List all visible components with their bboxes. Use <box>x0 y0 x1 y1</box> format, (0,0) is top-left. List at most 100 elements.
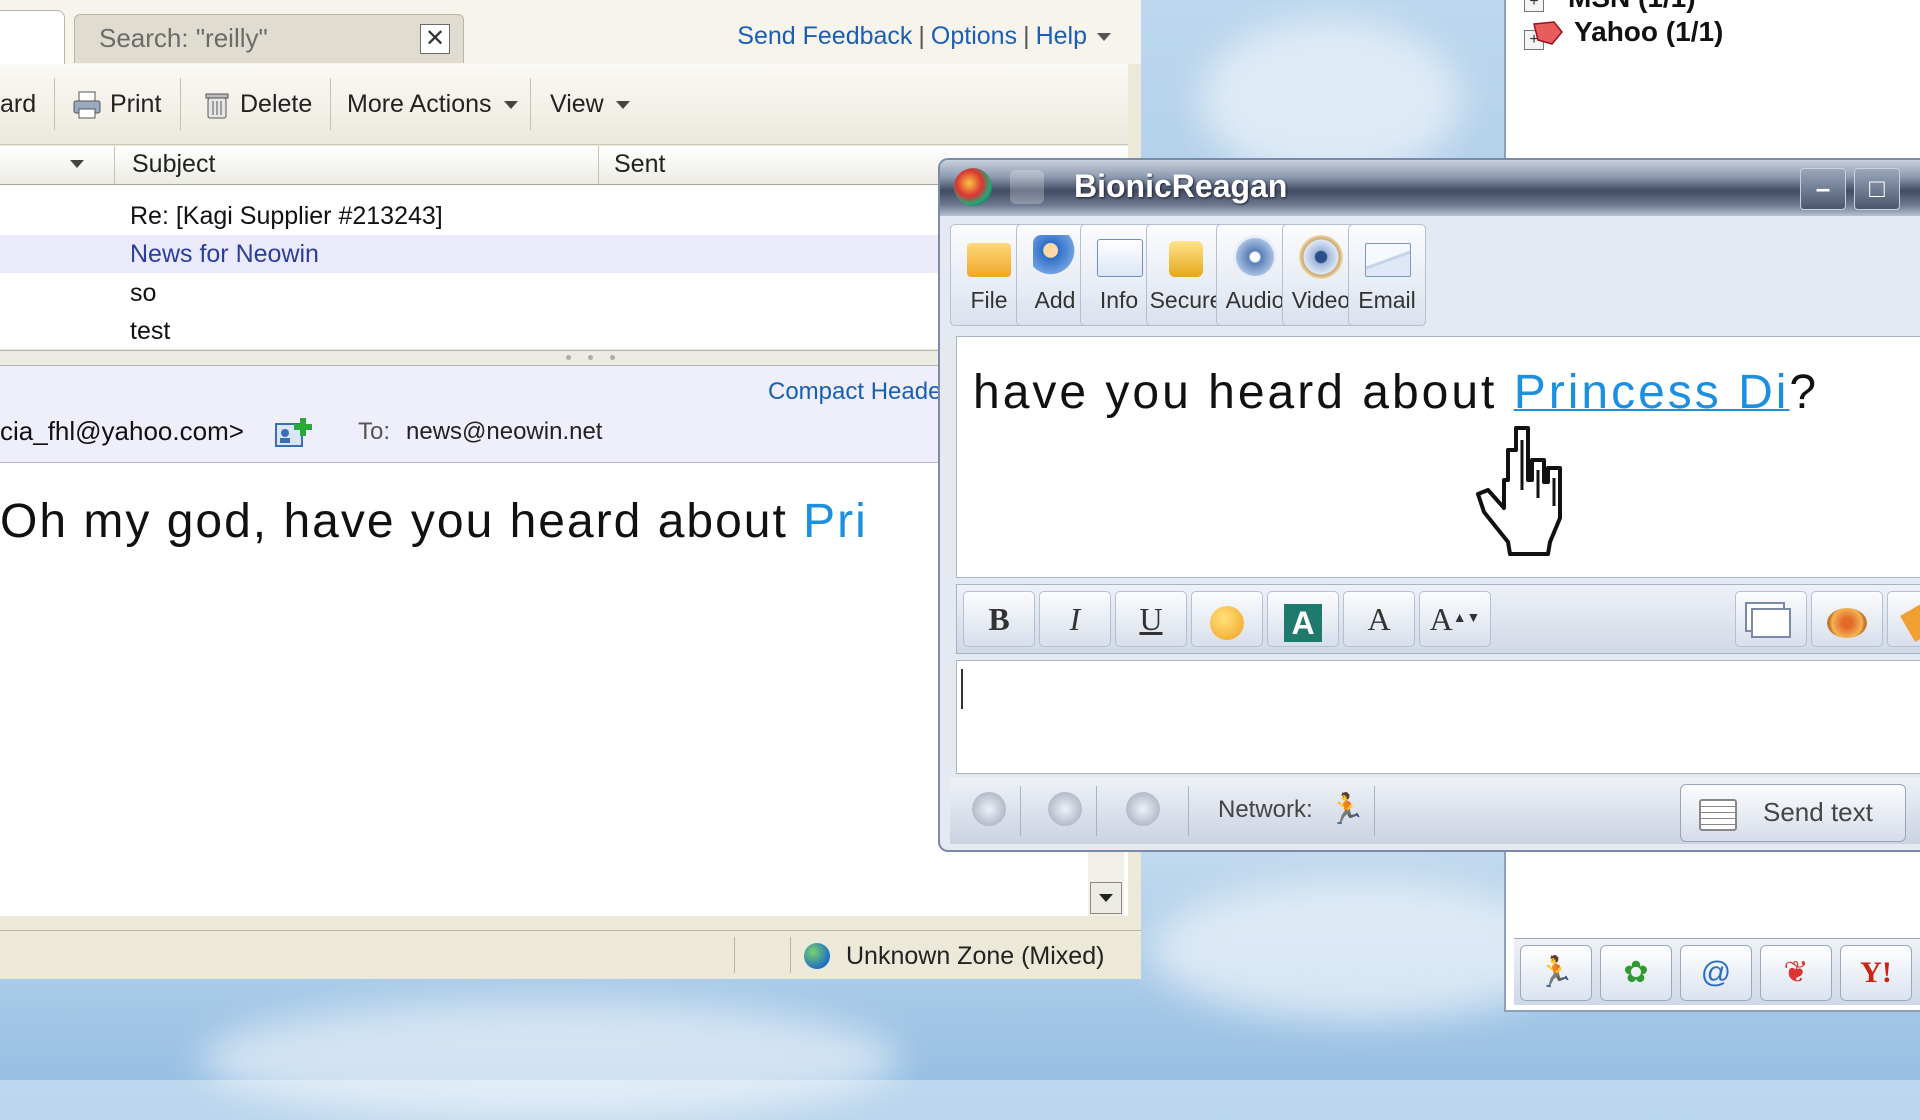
toolbar-divider <box>180 78 181 130</box>
sent-column-header[interactable]: Sent <box>614 150 665 179</box>
view-label: View <box>550 90 604 118</box>
speaker-icon <box>1233 235 1277 279</box>
secure-label: Secure <box>1149 287 1223 313</box>
spiral-icon[interactable]: @ <box>1680 945 1752 1001</box>
group-msn[interactable]: MSN (1/1) <box>1568 0 1696 14</box>
help-link[interactable]: Help <box>1036 22 1087 50</box>
trillian-logo-icon[interactable] <box>954 168 992 206</box>
trash-icon <box>202 90 232 120</box>
folder-icon <box>967 243 1011 277</box>
message-input[interactable] <box>956 660 1920 774</box>
message-subject: test <box>130 317 171 345</box>
group-yahoo[interactable]: Yahoo (1/1) <box>1574 16 1723 48</box>
view-button[interactable]: View <box>550 86 630 122</box>
column-divider[interactable] <box>598 146 599 184</box>
running-man-icon[interactable]: 🏃 <box>1520 945 1592 1001</box>
mail-toolbar: ard Print Delete More Actions View <box>0 64 1128 145</box>
underline-button[interactable]: U <box>1115 591 1187 647</box>
windows-button[interactable] <box>1735 591 1807 647</box>
chat-title-bar[interactable]: BionicReagan – □ <box>940 160 1920 216</box>
printer-icon <box>72 90 102 120</box>
bold-button[interactable]: B <box>963 591 1035 647</box>
message-subject: News for Neowin <box>130 240 319 268</box>
scrollbar[interactable] <box>1088 850 1124 916</box>
italic-button[interactable]: I <box>1039 591 1111 647</box>
more-actions-button[interactable]: More Actions <box>347 86 518 122</box>
forward-label: ard <box>0 90 37 118</box>
send-text-label: Send text <box>1763 797 1873 827</box>
send-text-button[interactable]: Send text <box>1680 784 1906 842</box>
delete-button[interactable]: Delete <box>202 86 312 122</box>
maximize-button[interactable]: □ <box>1854 168 1900 210</box>
flower-icon[interactable]: ✿ <box>1600 945 1672 1001</box>
email-button[interactable]: Email <box>1348 224 1426 326</box>
toolbar-divider <box>530 78 531 130</box>
top-links: Send Feedback | Options | Help <box>737 22 1111 51</box>
scroll-down-button[interactable] <box>1090 882 1122 914</box>
webcam-icon[interactable] <box>1126 792 1160 826</box>
hand-cursor-icon <box>1470 420 1570 560</box>
chat-message-link[interactable]: Princess Di <box>1514 366 1790 419</box>
running-man-icon[interactable]: 🏃 <box>1328 792 1365 827</box>
info-card-icon <box>1097 239 1143 277</box>
tab-inbox[interactable] <box>0 10 65 65</box>
font-size-button[interactable]: A▲▼ <box>1419 591 1491 647</box>
lock-icon[interactable] <box>972 792 1006 826</box>
font-button[interactable]: A <box>1343 591 1415 647</box>
grip-dot <box>566 355 571 360</box>
minimize-button[interactable]: – <box>1800 168 1846 210</box>
to-address: news@neowin.net <box>406 418 603 445</box>
conversation-pane: have you heard about Princess Di? <box>956 336 1920 578</box>
send-feedback-link[interactable]: Send Feedback <box>737 22 912 50</box>
security-zone-text: Unknown Zone (Mixed) <box>846 942 1105 970</box>
format-toolbar: B I U A A A▲▼ <box>956 584 1920 654</box>
message-body-link[interactable]: Pri <box>803 495 868 548</box>
message-body: Oh my god, have you heard about Pri <box>0 494 868 549</box>
forward-button[interactable]: ard <box>0 86 36 122</box>
secure-button[interactable]: Secure <box>1146 224 1226 326</box>
tag-icon <box>1900 603 1920 642</box>
to-label: To: <box>358 418 391 445</box>
link-separator: | <box>1023 22 1030 50</box>
column-divider[interactable] <box>114 146 115 184</box>
print-button[interactable]: Print <box>72 86 161 122</box>
status-divider <box>1188 786 1189 836</box>
subject-column-header[interactable]: Subject <box>132 150 215 179</box>
close-icon[interactable]: ✕ <box>420 24 450 54</box>
send-icon <box>1699 799 1737 831</box>
yahoo-icon <box>1532 20 1564 51</box>
more-button[interactable] <box>1887 591 1920 647</box>
text-caret <box>961 669 963 709</box>
sort-arrow-icon[interactable] <box>70 160 84 168</box>
print-label: Print <box>110 90 162 118</box>
message-subject: Re: [Kagi Supplier #213243] <box>130 202 443 230</box>
add-user-icon <box>1033 235 1077 279</box>
add-contact-icon[interactable] <box>274 416 314 455</box>
smiley-icon <box>1210 605 1244 640</box>
chat-message-text: have you heard about <box>973 366 1514 419</box>
tab-search-results[interactable]: Search: "reilly" ✕ <box>74 14 464 63</box>
chevron-down-icon[interactable] <box>1097 33 1111 42</box>
pin-icon[interactable] <box>1010 170 1044 204</box>
speaker-icon[interactable] <box>1048 792 1082 826</box>
compact-header-link[interactable]: Compact Heade <box>768 378 941 406</box>
link-separator: | <box>918 22 925 50</box>
from-address: cia_fhl@yahoo.com> <box>0 416 244 446</box>
chat-message-end: ? <box>1789 366 1820 419</box>
yahoo-icon[interactable]: Y! <box>1840 945 1912 1001</box>
font-color-label: A <box>1284 603 1322 642</box>
cloud <box>200 1000 900 1120</box>
chat-toolbar: File Add Info Secure Audio Video Email <box>950 224 1920 326</box>
email-label: Email <box>1358 287 1416 313</box>
status-divider <box>734 937 735 973</box>
network-label: Network: <box>1218 796 1313 823</box>
chevron-down-icon <box>503 101 518 110</box>
pizza-button[interactable] <box>1811 591 1883 647</box>
font-color-button[interactable]: A <box>1267 591 1339 647</box>
options-link[interactable]: Options <box>931 22 1017 50</box>
toolbar-divider <box>330 78 331 130</box>
chat-status-bar: Network: 🏃 Send text <box>950 778 1920 844</box>
emoticon-button[interactable] <box>1191 591 1263 647</box>
expand-icon[interactable]: + <box>1524 0 1544 12</box>
butterfly-icon[interactable]: ❦ <box>1760 945 1832 1001</box>
